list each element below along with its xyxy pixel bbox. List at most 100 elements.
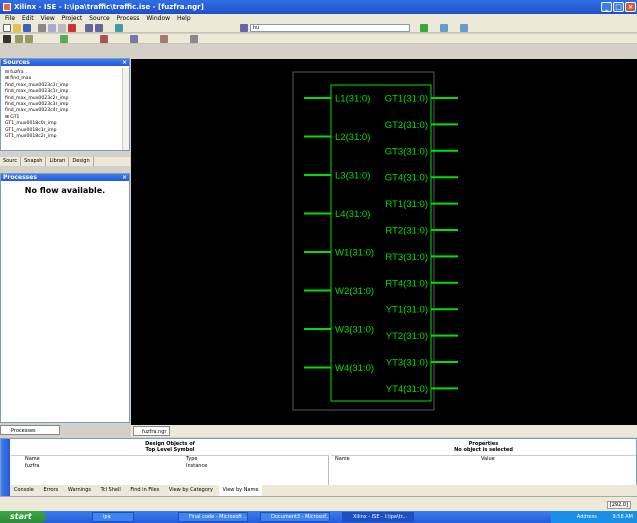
tab-find-in-files[interactable]: Find in Files <box>126 485 163 496</box>
input-pin-label: W2(31:0) <box>335 286 374 297</box>
tab-warnings[interactable]: Warnings <box>64 485 95 496</box>
col-prop-value: Value <box>481 456 495 462</box>
output-pin-label: YT4(31:0) <box>386 384 428 395</box>
cut-icon[interactable] <box>38 24 46 32</box>
tree-item[interactable]: find_max_mux0023c4r_imp <box>5 108 68 114</box>
menu-project[interactable]: Project <box>62 15 83 22</box>
tree-item[interactable]: find_max_mux0023c1r_imp <box>5 89 68 95</box>
tab-fuzfra-ngr[interactable]: fuzfra.ngr <box>133 426 171 436</box>
schematic-canvas[interactable]: L1(31:0) L2(31:0) L3(31:0) L4(31:0) W1(31:0)… <box>131 59 637 425</box>
taskbar: start ipa Final code - Microsoft ... Doc… <box>0 511 637 523</box>
tab-tcl-shell[interactable]: Tcl Shell <box>97 485 125 496</box>
design-objects-header: Design Objects of Top Level Symbol <box>11 441 329 453</box>
paste-icon[interactable] <box>58 24 66 32</box>
redo-icon[interactable] <box>95 24 103 32</box>
taskbar-item-ipa[interactable]: ipa <box>92 512 134 522</box>
clock: 9:58 AM <box>612 514 633 520</box>
input-pin-label: L1(31:0) <box>335 94 370 105</box>
save-icon[interactable] <box>23 24 31 32</box>
objects-grid: Name Type fuzfra Instance <box>11 455 329 485</box>
find-icon[interactable] <box>240 24 248 32</box>
tab-view-by-name[interactable]: View by Name <box>218 485 263 496</box>
tab-libraries[interactable]: Librari <box>46 157 70 166</box>
tab-view-by-category[interactable]: View by Category <box>165 485 217 496</box>
start-button[interactable]: start <box>0 511 46 523</box>
system-tray: Address 9:58 AM <box>551 511 637 523</box>
minimize-button[interactable]: _ <box>601 2 612 12</box>
xilinx-logo-icon <box>3 3 11 11</box>
no-flow-message: No flow available. <box>24 186 106 195</box>
output-pin-label: YT3(31:0) <box>386 358 428 369</box>
coordinate-readout: [292,0] <box>606 501 631 509</box>
tab-snapshots[interactable]: Snapsh <box>21 157 47 166</box>
tab-design[interactable]: Design <box>69 157 94 166</box>
menu-window[interactable]: Window <box>146 15 170 22</box>
open-folder-icon[interactable] <box>13 24 21 32</box>
tab-processes[interactable]: Processes <box>0 425 60 435</box>
output-pin-label: RT3(31:0) <box>385 252 428 263</box>
tab-sources[interactable]: Sourc <box>0 157 22 166</box>
window-tile-icon[interactable] <box>440 24 448 32</box>
tree-item[interactable]: GT1_mux0018c2r_imp <box>5 134 68 140</box>
taskbar-item-xilinx[interactable]: Xilinx - ISE - I:\ipa\tr... <box>342 512 414 522</box>
zoom-icon[interactable] <box>115 24 123 32</box>
output-pin-label: GT4(31:0) <box>385 173 428 184</box>
col-prop-name: Name <box>335 456 350 462</box>
schematic-svg: L1(31:0) L2(31:0) L3(31:0) L4(31:0) W1(31:0)… <box>292 71 458 411</box>
input-pin-label: W3(31:0) <box>335 325 374 336</box>
implement-icon[interactable] <box>100 35 108 43</box>
help-icon[interactable] <box>420 24 428 32</box>
output-pin-label: RT2(31:0) <box>385 226 428 237</box>
sources-tree: ⊟ fuzfra ⊞ find_max find_max_mux0023c1r_… <box>5 70 68 140</box>
tab-errors[interactable]: Errors <box>39 485 62 496</box>
taskbar-item-document3[interactable]: Document3 - Microsof... <box>260 512 330 522</box>
sources-close-button[interactable]: × <box>122 59 127 66</box>
input-pin-label: L2(31:0) <box>335 132 370 143</box>
bus-icon[interactable] <box>130 35 138 43</box>
row-name-cell[interactable]: fuzfra <box>25 463 39 470</box>
new-file-icon[interactable] <box>3 24 11 32</box>
processes-title: Processes <box>3 174 37 181</box>
properties-subtitle: No object is selected <box>454 447 513 453</box>
menu-help[interactable]: Help <box>177 15 191 22</box>
menu-bar: File Edit View Project Source Process Wi… <box>0 14 637 23</box>
wire-icon[interactable] <box>160 35 168 43</box>
forward-icon[interactable] <box>25 35 33 43</box>
tab-console[interactable]: Console <box>10 485 38 496</box>
maximize-button[interactable]: □ <box>613 2 624 12</box>
menu-edit[interactable]: Edit <box>22 15 34 22</box>
menu-source[interactable]: Source <box>89 15 110 22</box>
print-icon[interactable] <box>190 35 198 43</box>
sources-scrollbar[interactable] <box>122 68 129 150</box>
input-pin-label: W1(31:0) <box>335 248 374 259</box>
input-pin-label: W4(31:0) <box>335 363 374 374</box>
undo-icon[interactable] <box>85 24 93 32</box>
sources-tabs: Sourc Snapsh Librari Design <box>0 157 130 166</box>
schematic-icon[interactable] <box>60 35 68 43</box>
back-icon[interactable] <box>15 35 23 43</box>
status-bar: [292,0] <box>0 496 637 511</box>
toolbar-main: hu <box>0 23 637 33</box>
address-label: Address <box>576 514 597 520</box>
row-type-cell: Instance <box>186 463 208 469</box>
output-pin-label: YT2(31:0) <box>386 331 428 342</box>
output-pin-label: GT3(31:0) <box>385 146 428 157</box>
col-type: Type <box>186 456 198 462</box>
close-button[interactable]: × <box>625 2 636 12</box>
input-pin-label: L3(31:0) <box>335 171 370 182</box>
tree-item[interactable]: find_max_mux0023c2r_imp <box>5 96 68 102</box>
menu-file[interactable]: File <box>5 15 15 22</box>
sources-panel: Sources × ⊟ fuzfra ⊞ find_max find_max_m… <box>0 58 130 151</box>
taskbar-item-final-code[interactable]: Final code - Microsoft ... <box>178 512 248 522</box>
delete-icon[interactable] <box>68 24 76 32</box>
output-pin-label: RT4(31:0) <box>385 278 428 289</box>
copy-icon[interactable] <box>48 24 56 32</box>
find-combo[interactable]: hu <box>250 24 410 32</box>
menu-view[interactable]: View <box>41 15 55 22</box>
sources-title: Sources <box>3 59 30 66</box>
window-cascade-icon[interactable] <box>460 24 468 32</box>
menu-process[interactable]: Process <box>117 15 140 22</box>
toolbar-secondary <box>0 34 637 44</box>
processes-close-button[interactable]: × <box>122 174 127 181</box>
select-cursor-icon[interactable] <box>3 35 11 43</box>
